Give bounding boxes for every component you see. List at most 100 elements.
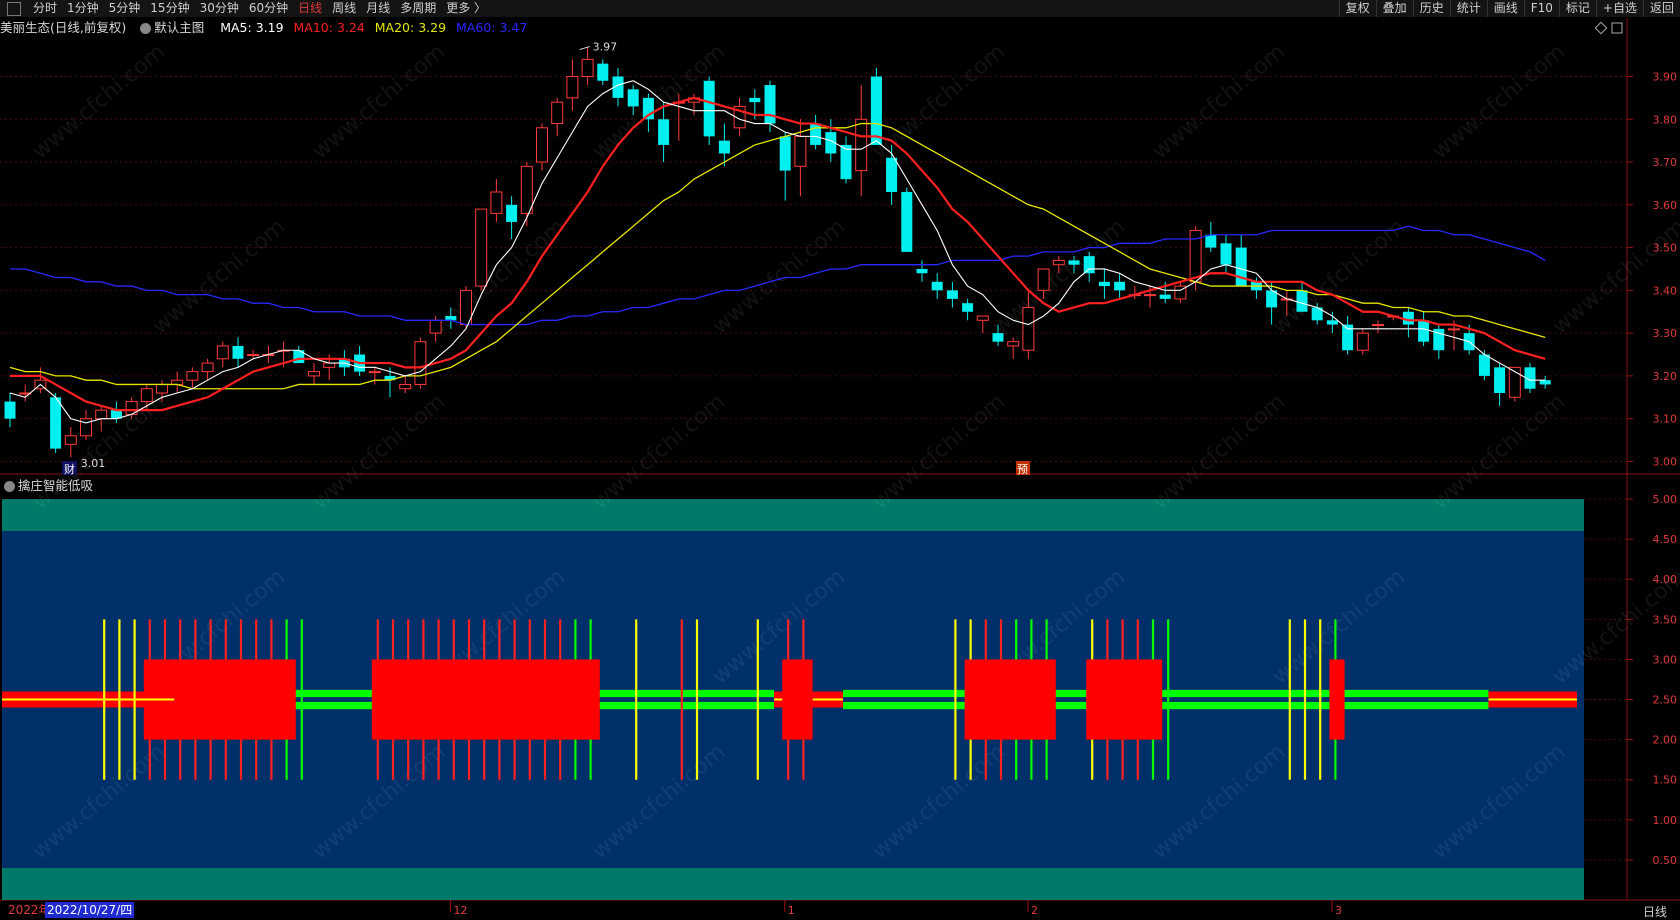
candle-body-up [1144,294,1156,297]
kline-chart[interactable]: 3.90 3.80 3.70 3.60 3.50 3.40 3.30 3.20 3.10 3.00… [0,0,1680,920]
price-tick-label: 3.60 [1653,199,1678,212]
candle-body-up [1037,268,1050,291]
candle-body-down [597,63,609,81]
price-tick-label: 3.70 [1653,156,1678,169]
candle-body-down [1326,320,1338,325]
watermark: www.cfchi.com [28,389,170,514]
ind-tick-label: 0.50 [1653,854,1678,867]
candle-body-up [95,409,108,420]
candle-body-up [1448,328,1460,331]
high-annotation: 3.97 [593,41,618,54]
candle-body-down [1114,281,1126,291]
candle-body-up [520,165,533,214]
candle-body-down [1494,367,1506,394]
watermark: www.cfchi.com [1148,39,1290,164]
candle-body-up [475,208,488,287]
candle-body-down [870,76,882,145]
candle-body-down [1539,380,1551,385]
candle-body-up [368,371,381,374]
candle-body-down [658,119,670,145]
ind-tick-label: 2.00 [1653,734,1678,747]
candle-body-down [1083,256,1095,274]
ind-tick-label: 4.50 [1653,533,1678,546]
square-icon [1611,22,1623,34]
candle-body-up [551,101,564,125]
diamond-icon [1594,21,1608,35]
candle-body-up [581,58,594,77]
candle-body-up [64,435,77,445]
watermark: www.cfchi.com [1428,39,1570,164]
price-tick-label: 3.40 [1653,284,1678,297]
watermark: www.cfchi.com [588,389,730,514]
candle-body-down [718,140,730,154]
candle-body-down [962,303,974,312]
watermark: www.cfchi.com [988,214,1130,339]
candle-body-up [1022,306,1035,351]
candle-body-up [536,127,548,163]
low-annotation: 3.01 [81,457,106,470]
candle-body-down [916,268,928,274]
candle-body-up [1007,341,1020,347]
candle-body-up [976,315,989,321]
candle-body-down [1068,260,1080,265]
watermark: www.cfchi.com [308,39,450,164]
candle-body-down [946,290,958,299]
candle-body-down [1296,290,1308,312]
candle-body-down [931,281,943,291]
watermark: www.cfchi.com [1548,214,1680,339]
candle-body-down [1418,320,1430,342]
pre-marker: 预 [1017,463,1028,476]
candle-body-up [1052,259,1065,266]
candle-body-up [399,383,412,390]
candle-body-down [232,345,244,359]
green-band-gap [1147,697,1489,702]
candle-body-down [703,80,715,137]
ind-tick-label: 3.00 [1653,653,1678,666]
ind-tick-label: 2.50 [1653,694,1678,707]
candle-body-down [901,191,913,252]
candle-body-up [566,75,579,99]
red-block [1086,659,1163,740]
watermark: www.cfchi.com [308,389,450,514]
month-label: 1 [788,904,795,917]
month-label: 12 [453,904,467,917]
candle-body-up [216,345,229,360]
price-tick-label: 3.30 [1653,327,1678,340]
candle-body-down [764,85,776,124]
candle-body-down [749,97,761,103]
candle-body-up [186,371,199,381]
candle-body-up [156,383,168,394]
candle-body-down [1098,281,1110,287]
price-tick-label: 3.90 [1653,70,1678,83]
candle-body-down [779,136,791,171]
candle-body-down [1478,354,1490,376]
watermark: www.cfchi.com [1428,389,1570,514]
candle-body-down [50,397,62,449]
watermark: www.cfchi.com [1148,389,1290,514]
watermark: www.cfchi.com [868,389,1010,514]
candle-body-up [308,371,320,377]
red-block [964,659,1056,740]
ind-tick-label: 3.50 [1653,613,1678,626]
candle-body-down [840,144,852,180]
candle-body-up [1356,332,1369,351]
candle-body-down [992,333,1004,342]
watermark: www.cfchi.com [28,39,170,164]
candle-body-down [1235,247,1247,287]
price-tick-label: 3.10 [1653,413,1678,426]
candle-body-down [1159,294,1171,299]
cursor-date: 2022/10/27/四 [45,902,135,918]
candle-body-down [506,204,518,222]
candle-body-up [140,388,153,403]
candle-body-down [627,89,639,107]
top-band [2,499,1584,532]
candle-body-up [201,362,214,373]
ind-tick-label: 1.50 [1653,774,1678,787]
candle-body-up [855,118,868,172]
candle-body-up [794,135,807,167]
candle-body-up [490,191,503,214]
month-label: 3 [1335,904,1342,917]
price-tick-label: 3.00 [1653,455,1678,468]
price-tick-label: 3.20 [1653,370,1678,383]
ind-tick-label: 1.00 [1653,814,1678,827]
